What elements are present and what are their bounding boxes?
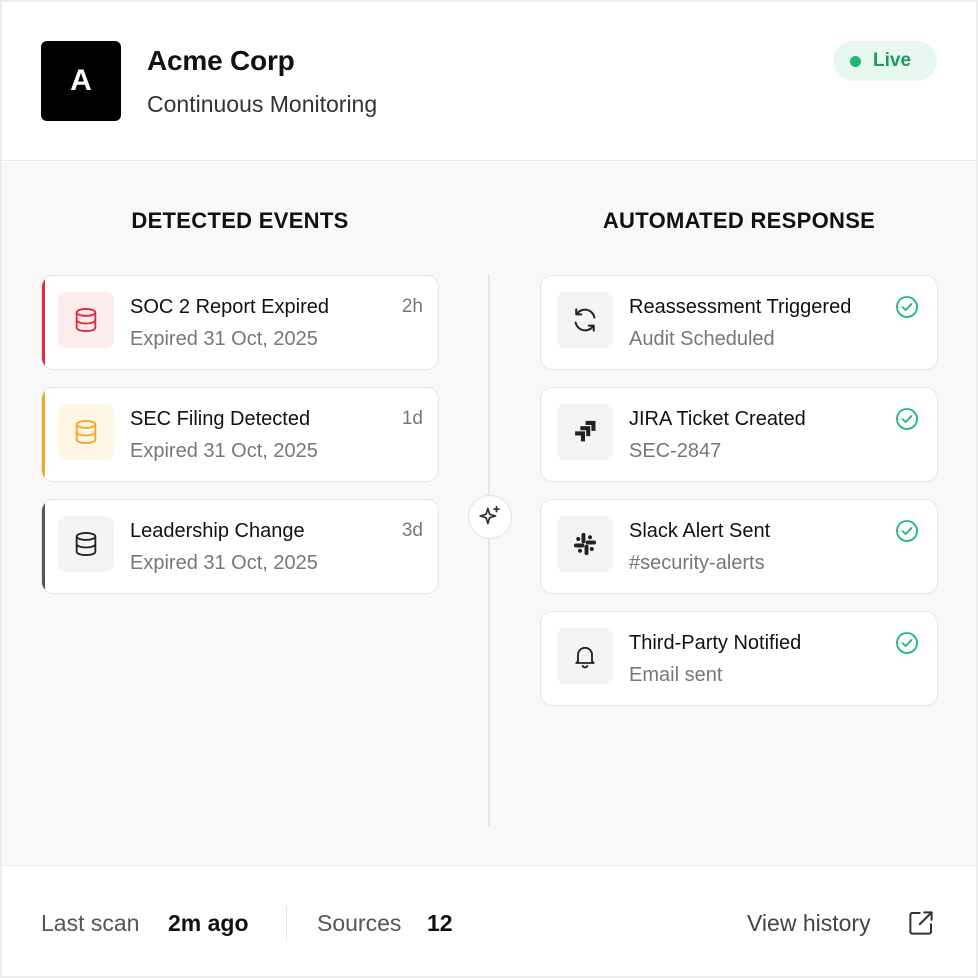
jira-icon — [557, 404, 613, 460]
event-time: 3d — [401, 520, 423, 541]
response-subtitle: Email sent — [629, 664, 723, 686]
event-accent-bar — [42, 500, 45, 593]
response-subtitle: #security-alerts — [629, 552, 765, 574]
sources-label: Sources — [317, 910, 402, 936]
live-status-label: Live — [873, 50, 912, 71]
live-dot-icon — [850, 55, 861, 67]
external-link-icon[interactable] — [906, 908, 936, 938]
monitoring-subtitle: Continuous Monitoring — [147, 91, 378, 117]
response-subtitle: SEC-2847 — [629, 440, 722, 462]
event-card[interactable]: SOC 2 Report Expired Expired 31 Oct, 202… — [41, 275, 439, 370]
event-card[interactable]: Leadership Change Expired 31 Oct, 2025 3… — [41, 499, 439, 594]
response-card[interactable]: Third-Party Notified Email sent — [540, 611, 938, 706]
event-card[interactable]: SEC Filing Detected Expired 31 Oct, 2025… — [41, 387, 439, 482]
response-title: Third-Party Notified — [629, 632, 802, 654]
refresh-icon — [557, 292, 613, 348]
database-icon — [58, 292, 114, 348]
last-scan-label: Last scan — [41, 910, 140, 936]
event-time: 2h — [401, 296, 423, 317]
ai-sparkle-badge — [468, 495, 512, 539]
last-scan-value: 2m ago — [168, 910, 249, 936]
response-card[interactable]: JIRA Ticket Created SEC-2847 — [540, 387, 938, 482]
check-circle-icon — [896, 296, 918, 318]
bell-icon — [557, 628, 613, 684]
live-status-badge: Live — [833, 41, 937, 81]
event-subtitle: Expired 31 Oct, 2025 — [130, 440, 318, 462]
response-title: Reassessment Triggered — [629, 296, 852, 318]
check-circle-icon — [896, 408, 918, 430]
response-subtitle: Audit Scheduled — [629, 328, 775, 350]
event-title: SEC Filing Detected — [130, 408, 311, 430]
database-icon — [58, 516, 114, 572]
slack-icon — [557, 516, 613, 572]
main-panel: DETECTED EVENTS AUTOMATED RESPONSE SOC 2… — [2, 162, 976, 865]
event-accent-bar — [42, 388, 45, 481]
database-icon — [58, 404, 114, 460]
column-divider — [488, 275, 490, 827]
sparkle-icon — [479, 505, 500, 525]
event-title: Leadership Change — [130, 520, 305, 542]
response-card[interactable]: Reassessment Triggered Audit Scheduled — [540, 275, 938, 370]
event-accent-bar — [42, 276, 45, 369]
company-name: Acme Corp — [147, 45, 295, 76]
check-circle-icon — [896, 632, 918, 654]
automated-response-heading: AUTOMATED RESPONSE — [602, 208, 876, 233]
event-subtitle: Expired 31 Oct, 2025 — [130, 552, 318, 574]
event-subtitle: Expired 31 Oct, 2025 — [130, 328, 318, 350]
event-title: SOC 2 Report Expired — [130, 296, 329, 318]
event-time: 1d — [401, 408, 423, 429]
sources-value: 12 — [427, 910, 453, 936]
card-header: A Acme Corp Continuous Monitoring Live — [2, 2, 976, 161]
response-title: JIRA Ticket Created — [629, 408, 806, 430]
response-title: Slack Alert Sent — [629, 520, 771, 542]
monitoring-card: A Acme Corp Continuous Monitoring Live D… — [0, 0, 978, 978]
company-avatar: A — [41, 41, 121, 121]
check-circle-icon — [896, 520, 918, 542]
view-history-link[interactable]: View history — [747, 910, 871, 937]
card-footer: Last scan 2m ago Sources 12 View history — [2, 865, 976, 976]
footer-divider — [286, 906, 287, 940]
detected-events-heading: DETECTED EVENTS — [131, 208, 349, 233]
response-card[interactable]: Slack Alert Sent #security-alerts — [540, 499, 938, 594]
